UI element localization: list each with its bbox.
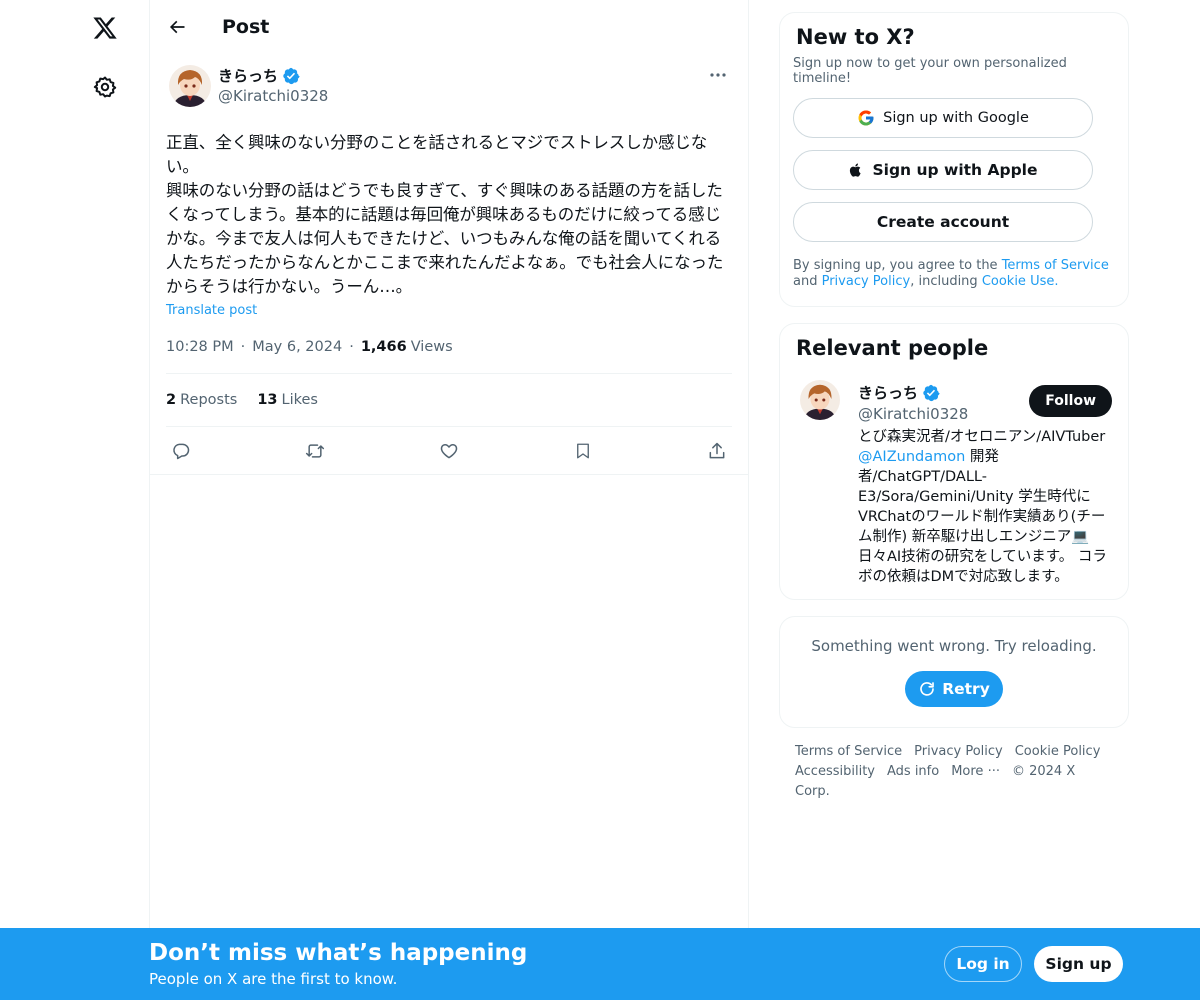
footer-link[interactable]: Accessibility (795, 764, 875, 779)
footer-links: Terms of Service Privacy Policy Cookie Pol… (779, 742, 1129, 802)
post-stats: 2 Reposts 13 Likes (166, 374, 732, 426)
follow-button[interactable]: Follow (1029, 385, 1112, 417)
page-title: Post (222, 16, 270, 38)
apple-logo-icon (850, 163, 862, 177)
post: きらっち @Kiratchi0328 正直、全く興味のない分野のことを話されると… (150, 65, 748, 475)
relevant-person[interactable]: きらっち @Kiratchi0328 とび森実況者/オセロニアン/AIVTube… (793, 380, 1112, 587)
arrow-left-icon (169, 20, 185, 34)
avatar[interactable] (169, 65, 211, 107)
login-prompt-bar: Don’t miss what’s happening People on X … (0, 928, 1200, 1000)
footer-link[interactable]: Cookie Policy (1015, 744, 1101, 759)
post-author-row: きらっち @Kiratchi0328 (166, 65, 732, 109)
legal-including: , including (910, 274, 982, 289)
more-options-button[interactable] (704, 65, 732, 85)
relevant-people-card: Relevant people きらっち @Kiratchi0328 とび森実況… (779, 323, 1129, 600)
signup-button[interactable]: Sign up (1034, 946, 1123, 982)
likes-label: Likes (281, 392, 318, 408)
person-bio: とび森実況者/オセロニアン/AIVTuber @AIZundamon 開発者/C… (858, 427, 1118, 587)
legal-and: and (793, 274, 822, 289)
login-prompt-title: Don’t miss what’s happening (149, 940, 528, 966)
author-display-name[interactable]: きらっち (218, 65, 328, 86)
more-horizontal-icon (710, 73, 726, 77)
likes-stat[interactable]: 13 Likes (257, 392, 318, 408)
meta-separator: · (349, 339, 354, 355)
reposts-label: Reposts (180, 392, 238, 408)
signup-apple-label: Sign up with Apple (872, 161, 1038, 179)
verified-badge-icon (282, 67, 300, 85)
post-actions (150, 427, 748, 475)
post-header: Post (150, 0, 748, 54)
post-time[interactable]: 10:28 PM (166, 339, 234, 355)
error-message: Something went wrong. Try reloading. (811, 637, 1097, 655)
refresh-icon (920, 682, 935, 696)
right-sidebar: New to X? Sign up now to get your own pe… (779, 12, 1129, 802)
person-name-text: きらっち (858, 384, 919, 402)
retry-label: Retry (942, 680, 990, 698)
share-icon[interactable] (706, 440, 728, 462)
reposts-stat[interactable]: 2 Reposts (166, 392, 237, 408)
signup-apple-button[interactable]: Sign up with Apple (793, 150, 1093, 190)
views-count: 1,466 (360, 339, 407, 355)
cookie-link[interactable]: Cookie Use. (982, 274, 1059, 289)
login-prompt-subtitle: People on X are the first to know. (149, 970, 398, 988)
verified-badge-icon (922, 384, 940, 402)
terms-link[interactable]: Terms of Service (1002, 258, 1109, 273)
create-account-button[interactable]: Create account (793, 202, 1093, 242)
post-text: 正直、全く興味のない分野のことを話されるとマジでストレスしか感じない。 興味のな… (166, 133, 724, 296)
bio-text: とび森実況者/オセロニアン/AIVTuber (858, 429, 1106, 445)
meta-separator: · (240, 339, 246, 355)
left-nav (0, 0, 150, 1000)
relevant-people-title: Relevant people (796, 336, 989, 360)
main-column: Post きらっち @Kiratchi0328 正直、全く興味のない分野のことを… (149, 0, 749, 928)
google-logo-icon (858, 110, 874, 126)
bookmark-icon[interactable] (572, 440, 594, 462)
signup-card-subtitle: Sign up now to get your own personalized… (793, 56, 1067, 86)
views-label: Views (410, 339, 453, 355)
signup-google-button[interactable]: Sign up with Google (793, 98, 1093, 138)
x-logo-icon[interactable] (85, 8, 125, 48)
legal-prefix: By signing up, you agree to the (793, 258, 1002, 273)
back-button[interactable] (157, 7, 197, 47)
signup-legal-text: By signing up, you agree to the Terms of… (793, 258, 1112, 290)
gear-icon[interactable] (85, 67, 125, 107)
signup-card: New to X? Sign up now to get your own pe… (779, 12, 1129, 307)
likes-count: 13 (257, 392, 278, 408)
login-button[interactable]: Log in (944, 946, 1022, 982)
privacy-link[interactable]: Privacy Policy (822, 274, 911, 289)
reply-icon[interactable] (170, 440, 192, 462)
footer-link[interactable]: Terms of Service (795, 744, 902, 759)
bio-text: 開発者/ChatGPT/DALL-E3/Sora/Gemini/Unity 学生… (858, 449, 1107, 585)
trends-error-card: Something went wrong. Try reloading. Ret… (779, 616, 1129, 728)
author-name-text: きらっち (218, 67, 279, 85)
retry-button[interactable]: Retry (905, 671, 1003, 707)
footer-link[interactable]: Privacy Policy (914, 744, 1003, 759)
avatar[interactable] (800, 380, 840, 420)
like-icon[interactable] (438, 440, 460, 462)
footer-link[interactable]: More ··· (951, 764, 1000, 779)
translate-post-link[interactable]: Translate post (166, 303, 257, 318)
reposts-count: 2 (166, 392, 177, 408)
post-meta: 10:28 PM · May 6, 2024 · 1,466 Views (166, 336, 732, 358)
signup-google-label: Sign up with Google (883, 110, 1029, 126)
bio-mention-link[interactable]: @AIZundamon (858, 449, 965, 465)
footer-link[interactable]: Ads info (887, 764, 939, 779)
repost-icon[interactable] (304, 440, 326, 462)
signup-card-title: New to X? (796, 25, 915, 49)
post-date[interactable]: May 6, 2024 (252, 339, 342, 355)
author-handle[interactable]: @Kiratchi0328 (218, 87, 328, 105)
